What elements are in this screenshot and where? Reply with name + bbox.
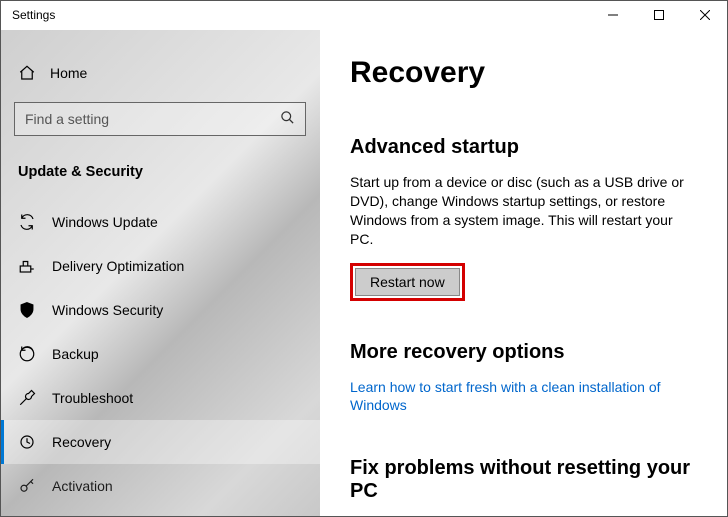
sidebar-item-windows-update[interactable]: Windows Update — [0, 200, 320, 244]
sidebar-item-label: Backup — [52, 346, 99, 362]
home-icon — [18, 64, 36, 82]
backup-icon — [18, 345, 36, 363]
search-input[interactable]: Find a setting — [14, 102, 306, 136]
sidebar-item-troubleshoot[interactable]: Troubleshoot — [0, 376, 320, 420]
delivery-icon — [18, 257, 36, 275]
wrench-icon — [18, 389, 36, 407]
recovery-icon — [18, 433, 36, 451]
titlebar: Settings — [0, 0, 728, 30]
home-nav[interactable]: Home — [0, 54, 320, 92]
sidebar-item-label: Windows Update — [52, 214, 158, 230]
restart-now-button[interactable]: Restart now — [355, 268, 460, 296]
minimize-button[interactable] — [590, 0, 636, 30]
sidebar-item-backup[interactable]: Backup — [0, 332, 320, 376]
sidebar-item-delivery-optimization[interactable]: Delivery Optimization — [0, 244, 320, 288]
nav-list: Windows Update Delivery Optimization Win… — [0, 200, 320, 508]
search-placeholder: Find a setting — [25, 111, 109, 127]
fresh-start-link[interactable]: Learn how to start fresh with a clean in… — [350, 378, 690, 416]
advanced-startup-body: Start up from a device or disc (such as … — [350, 173, 698, 249]
more-recovery-heading: More recovery options — [350, 341, 698, 364]
sidebar-item-label: Recovery — [52, 434, 111, 450]
sync-icon — [18, 213, 36, 231]
main-container: Home Find a setting Update & Security Wi… — [0, 30, 728, 517]
advanced-startup-heading: Advanced startup — [350, 136, 698, 159]
restart-highlight: Restart now — [350, 263, 465, 301]
window-title: Settings — [12, 8, 55, 22]
home-label: Home — [50, 65, 87, 81]
search-icon — [280, 110, 295, 128]
maximize-button[interactable] — [636, 0, 682, 30]
close-button[interactable] — [682, 0, 728, 30]
sidebar-item-recovery[interactable]: Recovery — [0, 420, 320, 464]
fix-problems-heading: Fix problems without resetting your PC — [350, 457, 698, 503]
sidebar-item-label: Delivery Optimization — [52, 258, 184, 274]
window-controls — [590, 0, 728, 30]
shield-icon — [18, 301, 36, 319]
sidebar-item-label: Windows Security — [52, 302, 163, 318]
sidebar-item-label: Troubleshoot — [52, 390, 133, 406]
page-title: Recovery — [350, 56, 698, 90]
category-header: Update & Security — [0, 156, 320, 194]
sidebar-item-label: Activation — [52, 478, 113, 494]
sidebar: Home Find a setting Update & Security Wi… — [0, 30, 320, 517]
sidebar-item-activation[interactable]: Activation — [0, 464, 320, 508]
content-pane: Recovery Advanced startup Start up from … — [320, 30, 728, 517]
sidebar-item-windows-security[interactable]: Windows Security — [0, 288, 320, 332]
key-icon — [18, 477, 36, 495]
